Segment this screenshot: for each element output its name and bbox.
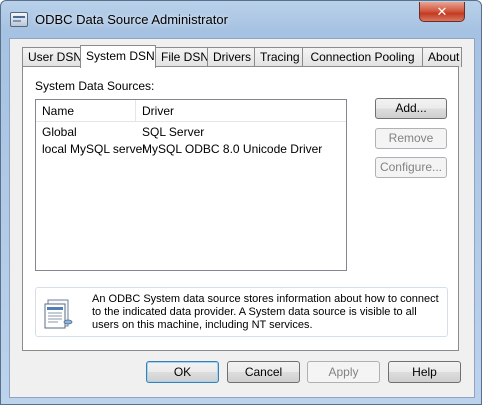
app-icon: [10, 12, 28, 27]
tab-user-dsn[interactable]: User DSN: [22, 47, 82, 67]
add-button[interactable]: Add...: [375, 98, 447, 119]
data-sources-list[interactable]: Name Driver Global SQL Server local MySQ…: [35, 99, 347, 271]
system-dsn-panel: System Data Sources: Name Driver Global …: [22, 66, 459, 351]
tab-system-dsn[interactable]: System DSN: [80, 45, 156, 68]
row-name: Global: [42, 125, 77, 139]
list-row-global[interactable]: Global SQL Server: [36, 124, 346, 141]
tab-connection-pooling[interactable]: Connection Pooling: [302, 47, 423, 67]
apply-button[interactable]: Apply: [307, 361, 380, 383]
tab-drivers[interactable]: Drivers: [207, 47, 255, 67]
tab-tracing[interactable]: Tracing: [254, 47, 303, 67]
row-driver: SQL Server: [142, 125, 205, 139]
odbc-window: ODBC Data Source Administrator ✕ User DS…: [0, 0, 482, 405]
system-data-sources-label: System Data Sources:: [35, 79, 155, 93]
row-driver: MySQL ODBC 8.0 Unicode Driver: [142, 142, 323, 156]
close-icon: ✕: [436, 4, 448, 19]
close-button[interactable]: ✕: [419, 2, 465, 22]
title-bar[interactable]: ODBC Data Source Administrator ✕: [1, 1, 481, 39]
cancel-button[interactable]: Cancel: [227, 361, 300, 383]
list-row-local-mysql[interactable]: local MySQL server MySQL ODBC 8.0 Unicod…: [36, 141, 346, 158]
tab-file-dsn[interactable]: File DSN: [155, 47, 209, 67]
info-description: An ODBC System data source stores inform…: [92, 293, 439, 331]
data-source-icon: [44, 299, 73, 329]
tab-about[interactable]: About: [422, 47, 462, 67]
window-title: ODBC Data Source Administrator: [35, 12, 228, 27]
configure-button[interactable]: Configure...: [375, 157, 447, 178]
column-header-driver[interactable]: Driver: [136, 100, 346, 122]
column-header-name[interactable]: Name: [36, 100, 136, 122]
list-header: Name Driver: [36, 100, 346, 122]
dialog-client: User DSN System DSN File DSN Drivers Tra…: [9, 38, 475, 398]
row-name: local MySQL server: [42, 142, 147, 156]
info-box: An ODBC System data source stores inform…: [35, 287, 448, 337]
ok-button[interactable]: OK: [146, 361, 219, 383]
remove-button[interactable]: Remove: [375, 128, 447, 149]
help-button[interactable]: Help: [388, 361, 461, 383]
